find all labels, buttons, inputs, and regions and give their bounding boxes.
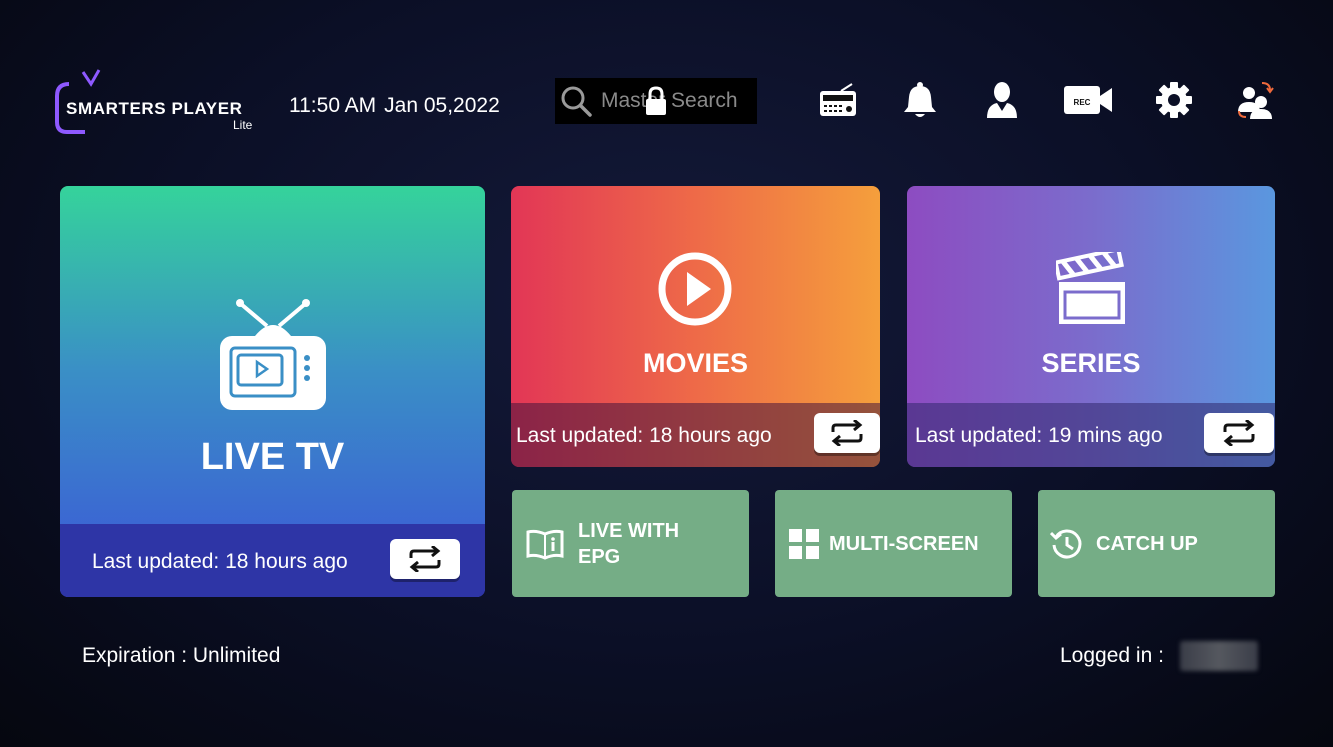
recordings-button[interactable]: REC <box>1062 80 1114 120</box>
logo-title: SMARTERS PLAYER <box>66 99 243 118</box>
movies-refresh-button[interactable] <box>814 413 880 453</box>
live-tv-footer: Last updated: 18 hours ago <box>60 524 485 597</box>
tv-icon <box>220 299 326 410</box>
series-updated: Last updated: 19 mins ago <box>915 424 1163 447</box>
account-button[interactable] <box>982 80 1022 120</box>
clapperboard-icon <box>1056 252 1125 324</box>
history-icon <box>1050 529 1082 558</box>
live-tv-tile[interactable]: LIVE TV Last updated: 18 hours ago <box>60 186 485 597</box>
catch-up-label: CATCH UP <box>1096 532 1198 555</box>
clock-date: Jan 05,2022 <box>384 94 500 117</box>
catch-up-tile[interactable]: CATCH UP <box>1038 490 1275 597</box>
live-with-epg-tile[interactable]: LIVE WITH EPG <box>512 490 749 597</box>
app-logo: SMARTERS PLAYER Lite <box>55 68 265 136</box>
movies-label: MOVIES <box>642 348 749 378</box>
radio-icon <box>820 83 856 116</box>
series-footer: Last updated: 19 mins ago <box>907 403 1275 467</box>
movies-updated: Last updated: 18 hours ago <box>516 424 772 447</box>
live-with-epg-line2: EPG <box>578 545 621 568</box>
multi-screen-label: MULTI-SCREEN <box>829 532 979 555</box>
search-placeholder: Master Search <box>601 89 738 112</box>
logged-in-label: Logged in : <box>1060 644 1164 667</box>
settings-button[interactable] <box>1154 80 1194 120</box>
live-with-epg-label: LIVE WITH EPG <box>578 518 679 570</box>
movies-tile[interactable]: MOVIES Last updated: 18 hours ago <box>511 186 880 467</box>
user-icon <box>987 82 1017 118</box>
refresh-icon <box>409 546 441 572</box>
logged-in-username-blurred <box>1180 641 1258 671</box>
rec-label: REC <box>1074 98 1091 107</box>
play-icon <box>658 252 732 326</box>
radio-button[interactable] <box>818 80 858 120</box>
switch-user-button[interactable] <box>1236 80 1276 120</box>
lock-icon <box>646 86 666 115</box>
grid-icon <box>789 528 819 559</box>
series-tile[interactable]: SERIES Last updated: 19 mins ago <box>907 186 1275 467</box>
master-search[interactable]: Master Search <box>555 78 757 124</box>
gear-icon <box>1156 82 1192 118</box>
refresh-icon <box>1223 420 1255 446</box>
switch-user-icon <box>1238 82 1274 119</box>
clock: 11:50 AM Jan 05,2022 <box>289 94 500 118</box>
logo-subtitle: Lite <box>233 118 253 132</box>
refresh-icon <box>831 420 863 446</box>
multi-screen-tile[interactable]: MULTI-SCREEN <box>775 490 1012 597</box>
movies-footer: Last updated: 18 hours ago <box>511 403 880 467</box>
clock-time: 11:50 AM <box>289 94 377 117</box>
live-with-epg-line1: LIVE WITH <box>578 519 680 542</box>
expiration-text: Expiration : Unlimited <box>82 644 281 667</box>
book-info-icon <box>526 529 564 560</box>
search-icon <box>561 86 592 117</box>
live-tv-label: LIVE TV <box>200 436 345 478</box>
bell-icon <box>904 82 936 117</box>
rec-camera-icon: REC <box>1064 86 1112 114</box>
live-tv-updated: Last updated: 18 hours ago <box>92 550 348 573</box>
notifications-button[interactable] <box>900 80 940 120</box>
live-tv-refresh-button[interactable] <box>390 539 460 579</box>
series-label: SERIES <box>1041 348 1141 378</box>
series-refresh-button[interactable] <box>1204 413 1274 453</box>
